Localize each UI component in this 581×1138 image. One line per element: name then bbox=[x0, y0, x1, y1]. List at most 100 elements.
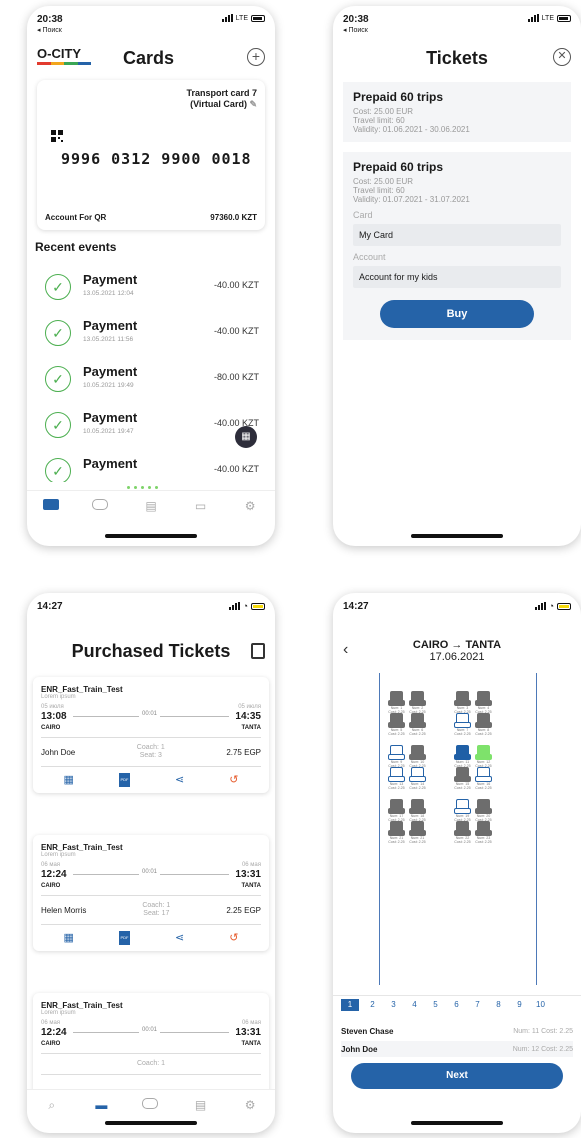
status-bar: 20:38 ◂ Поиск LTE bbox=[27, 6, 275, 36]
check-icon: ✓ bbox=[45, 274, 71, 300]
event-item[interactable]: ✓ Payment 13.05.2021 12:04 -40.00 KZT bbox=[45, 268, 259, 312]
event-date: 13.05.2021 12:04 bbox=[83, 290, 134, 297]
next-button[interactable]: Next bbox=[351, 1063, 563, 1089]
network-status: ◔ bbox=[228, 601, 265, 611]
signal-icon bbox=[221, 14, 233, 22]
refund-icon[interactable]: ↺ bbox=[229, 773, 238, 787]
seat[interactable]: Num: 11 Cost: 2.25 bbox=[454, 745, 471, 768]
seat[interactable]: Num: 15 Cost: 2.25 bbox=[454, 767, 471, 790]
ticket-package[interactable]: Prepaid 60 trips Cost: 25.00 EUR Travel … bbox=[343, 82, 571, 142]
ticket-passenger: John Doe Coach: 1 Seat: 3 2.75 EGP bbox=[41, 738, 261, 767]
tab-settings[interactable]: ⚙ bbox=[241, 499, 259, 513]
battery-icon bbox=[251, 14, 265, 22]
seat[interactable]: Num: 7 Cost: 2.25 bbox=[454, 713, 471, 736]
card-select[interactable]: My Card bbox=[353, 224, 561, 246]
coach-page-10[interactable]: 10 bbox=[530, 999, 551, 1011]
seat[interactable]: Num: 21 Cost: 2.25 bbox=[409, 821, 426, 844]
coach-page-3[interactable]: 3 bbox=[383, 999, 404, 1011]
pdf-icon[interactable]: PDF bbox=[118, 931, 130, 945]
seat[interactable]: Num: 12 Cost: 2.25 bbox=[475, 745, 492, 768]
event-item[interactable]: ✓ Payment 10.05.2021 19:47 -40.00 KZT bbox=[45, 406, 259, 450]
seat[interactable]: Num: 19 Cost: 2.25 bbox=[454, 799, 471, 822]
seat[interactable]: Num: 4 Cost: 2.25 bbox=[475, 691, 492, 714]
tab-tickets[interactable] bbox=[141, 1097, 160, 1112]
cards-screen: 20:38 ◂ Поиск LTE O-CITY Cards + Transpo… bbox=[27, 6, 275, 546]
seat[interactable]: Num: 8 Cost: 2.25 bbox=[475, 713, 492, 736]
tab-search[interactable]: ⌕ bbox=[43, 1098, 61, 1112]
coach-page-4[interactable]: 4 bbox=[404, 999, 425, 1011]
qr-code-icon[interactable]: ▦ bbox=[64, 773, 74, 787]
seat[interactable]: Num: 20 Cost: 2.25 bbox=[475, 799, 492, 822]
event-title: Payment bbox=[83, 318, 138, 333]
page-title: Tickets bbox=[426, 48, 488, 68]
ticket-package-selected[interactable]: Prepaid 60 trips Cost: 25.00 EUR Travel … bbox=[343, 152, 571, 340]
coach-page-2[interactable]: 2 bbox=[362, 999, 383, 1011]
check-icon: ✓ bbox=[45, 320, 71, 346]
event-date: 10.05.2021 19:49 bbox=[83, 382, 134, 389]
seat[interactable]: Num: 17 Cost: 2.25 bbox=[388, 799, 405, 822]
ticket-card[interactable]: ENR_Fast_Train_Test Lorem ipsum 05 июля 0… bbox=[33, 677, 269, 793]
ticket-dates: 05 июля 05 июля bbox=[41, 704, 261, 710]
passenger-row[interactable]: John Doe Num: 12 Cost: 2.25 bbox=[341, 1041, 573, 1057]
tab-receipts[interactable]: ▤ bbox=[192, 1098, 210, 1112]
event-item[interactable]: ✓ Payment -40.00 KZT bbox=[45, 452, 259, 482]
tab-cards[interactable] bbox=[42, 498, 61, 513]
close-button[interactable]: ✕ bbox=[553, 48, 571, 66]
buy-button[interactable]: Buy bbox=[380, 300, 534, 328]
refund-icon[interactable]: ↺ bbox=[229, 931, 238, 945]
seat[interactable]: Num: 13 Cost: 2.25 bbox=[388, 767, 405, 790]
ticket-card[interactable]: ENR_Fast_Train_Test Lorem ipsum 06 мая 06… bbox=[33, 835, 269, 951]
seat[interactable]: Num: 6 Cost: 2.25 bbox=[409, 713, 426, 736]
status-bar: 14:27 ◔ bbox=[333, 593, 581, 623]
passenger-row[interactable]: Steven Chase Num: 11 Cost: 2.25 bbox=[341, 1023, 573, 1039]
seat[interactable]: Num: 2 Cost: 2.25 bbox=[409, 691, 426, 714]
seat[interactable]: Num: 10 Cost: 2.25 bbox=[409, 745, 426, 768]
seat[interactable]: Num: 21 Cost: 2.25 bbox=[388, 821, 405, 844]
qr-code-icon: ▦ bbox=[241, 431, 251, 442]
page-title: Purchased Tickets bbox=[71, 641, 231, 661]
tab-tickets[interactable] bbox=[92, 498, 110, 513]
ticket-times: 13:08 00:01 14:35 bbox=[41, 711, 261, 722]
seat-label: Num: 16 Cost: 2.25 bbox=[474, 782, 493, 790]
tab-map[interactable]: ▭ bbox=[192, 499, 210, 513]
share-icon[interactable]: ⋖ bbox=[175, 931, 184, 945]
edit-icon[interactable]: ✎ bbox=[249, 99, 257, 109]
receipt-icon[interactable] bbox=[251, 643, 265, 659]
event-item[interactable]: ✓ Payment 10.05.2021 19:49 -80.00 KZT bbox=[45, 360, 259, 404]
transport-card[interactable]: Transport card 7 (Virtual Card) ✎ 9996 0… bbox=[37, 80, 265, 230]
seat[interactable]: Num: 18 Cost: 2.25 bbox=[409, 799, 426, 822]
seat[interactable]: Num: 22 Cost: 2.25 bbox=[454, 821, 471, 844]
seat[interactable]: Num: 1 Cost: 2.25 bbox=[388, 691, 405, 714]
ticket-price: 2.75 EGP bbox=[226, 747, 261, 757]
seat[interactable]: Num: 16 Cost: 2.25 bbox=[474, 767, 493, 790]
pdf-icon[interactable]: PDF bbox=[118, 773, 130, 787]
seat[interactable]: Num: 23 Cost: 2.25 bbox=[475, 821, 492, 844]
qr-code-icon[interactable]: ▦ bbox=[64, 931, 74, 945]
coach-page-1[interactable]: 1 bbox=[341, 998, 359, 1011]
back-to-search-link[interactable]: ◂ Поиск bbox=[343, 26, 368, 34]
account-select[interactable]: Account for my kids bbox=[353, 266, 561, 288]
tab-wallet[interactable]: ▬ bbox=[92, 1098, 110, 1112]
tab-settings[interactable]: ⚙ bbox=[241, 1098, 259, 1112]
event-amount: -80.00 KZT bbox=[213, 372, 259, 382]
coach-page-7[interactable]: 7 bbox=[467, 999, 488, 1011]
tab-bar: ⌕ ▬ ▤ ⚙ bbox=[27, 1089, 275, 1119]
coach-page-6[interactable]: 6 bbox=[446, 999, 467, 1011]
tab-receipts[interactable]: ▤ bbox=[142, 499, 160, 513]
coach-page-9[interactable]: 9 bbox=[509, 999, 530, 1011]
qr-scan-button[interactable]: ▦ bbox=[235, 426, 257, 448]
event-item[interactable]: ✓ Payment 13.05.2021 11:56 -40.00 KZT bbox=[45, 314, 259, 358]
ticket-card[interactable]: ENR_Fast_Train_Test Lorem ipsum 06 мая 06… bbox=[33, 993, 269, 1097]
seat[interactable]: Num: 14 Cost: 2.25 bbox=[409, 767, 426, 790]
seat[interactable]: Num: 9 Cost: 2.25 bbox=[388, 745, 405, 768]
back-to-search-link[interactable]: ◂ Поиск bbox=[37, 26, 62, 34]
share-icon[interactable]: ⋖ bbox=[175, 773, 184, 787]
add-card-button[interactable]: + bbox=[247, 48, 265, 66]
status-time: 20:38 bbox=[343, 14, 369, 25]
seat[interactable]: Num: 3 Cost: 2.25 bbox=[454, 691, 471, 714]
seat-cost: Cost: 2.25 bbox=[388, 732, 405, 736]
gear-icon: ⚙ bbox=[244, 1097, 256, 1112]
seat[interactable]: Num: 5 Cost: 2.25 bbox=[388, 713, 405, 736]
coach-page-8[interactable]: 8 bbox=[488, 999, 509, 1011]
coach-page-5[interactable]: 5 bbox=[425, 999, 446, 1011]
